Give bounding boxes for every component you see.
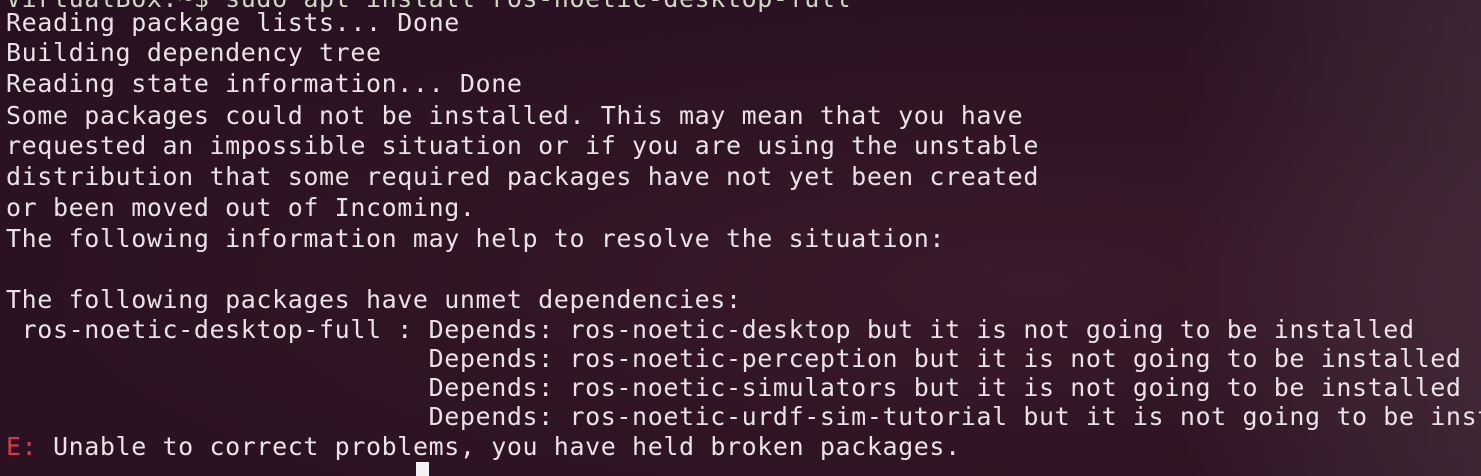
output-line: Some packages could not be installed. Th… xyxy=(6,101,1024,130)
error-message: Unable to correct problems, you have hel… xyxy=(37,432,961,461)
output-line: Building dependency tree xyxy=(6,38,382,67)
prompt-user xyxy=(6,460,413,476)
output-line: Reading package lists... Done xyxy=(6,8,460,37)
error-line: E: Unable to correct problems, you have … xyxy=(6,432,961,462)
output-line: The following packages have unmet depend… xyxy=(6,285,742,314)
dependency-line: Depends: ros-noetic-perception but it is… xyxy=(6,344,1462,373)
prompt-line[interactable] xyxy=(6,460,429,476)
output-line: requested an impossible situation or if … xyxy=(6,131,1039,160)
dependency-line: ros-noetic-desktop-full : Depends: ros-n… xyxy=(6,315,1415,344)
error-marker: E: xyxy=(6,432,38,461)
text-cursor xyxy=(415,462,429,476)
dependency-line: Depends: ros-noetic-simulators but it is… xyxy=(6,373,1462,402)
dependency-line: Depends: ros-noetic-urdf-sim-tutorial bu… xyxy=(6,402,1481,431)
output-line: or been moved out of Incoming. xyxy=(6,193,476,222)
output-line: Reading state information... Done xyxy=(6,69,523,98)
output-line: The following information may help to re… xyxy=(6,224,946,253)
output-line: distribution that some required packages… xyxy=(6,162,1039,191)
terminal-window[interactable]: VirtualBox:~$ sudo apt install ros-noeti… xyxy=(0,0,1481,476)
